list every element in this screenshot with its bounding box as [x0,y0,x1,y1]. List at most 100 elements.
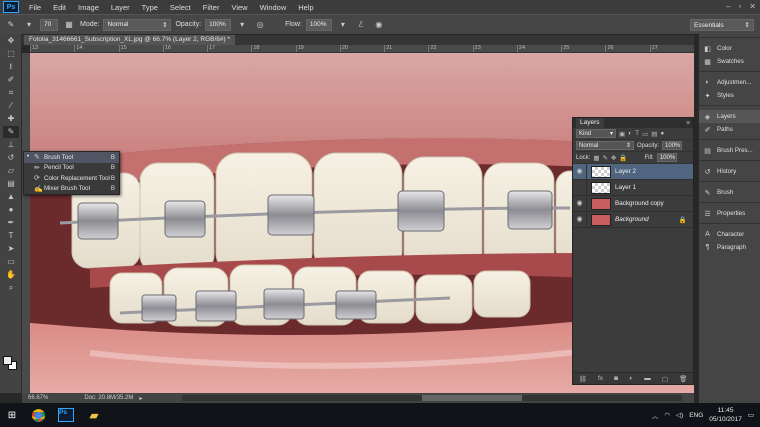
dock-swatches[interactable]: ▦ Swatches [699,55,760,68]
clock[interactable]: 11:45 05/10/2017 [709,406,742,424]
brush-panel-toggle-icon[interactable]: ▦ [62,19,76,31]
lock-position-icon[interactable]: ✥ [611,154,616,162]
eye-icon[interactable]: ◉ [573,211,587,228]
pressure-size-icon[interactable]: ◉ [372,19,386,31]
minimize-icon[interactable]: – [726,2,730,11]
dock-color[interactable]: ◧ Color [699,42,760,55]
brush-tool-preset-icon[interactable]: ✎ [4,19,18,31]
layer-row[interactable]: Layer 1 [573,179,693,196]
healing-brush-tool-icon[interactable]: ✚ [3,113,19,125]
filter-smart-object-icon[interactable]: ▤ [651,130,657,138]
marquee-tool-icon[interactable]: ⬚ [3,48,19,60]
layer-fill-field[interactable]: 100% [656,153,677,162]
brush-tool-icon[interactable]: ✎ [3,126,19,138]
blur-tool-icon[interactable]: ▲ [3,191,19,203]
history-brush-tool-icon[interactable]: ↺ [3,152,19,164]
eye-icon[interactable]: ◉ [573,163,587,180]
opacity-field[interactable]: 100% [205,18,232,31]
document-tab[interactable]: Fotolia_31466661_Subscription_XL.jpg @ 6… [24,35,235,45]
volume-icon[interactable]: ◁) [676,411,683,419]
chrome-app-button[interactable] [28,405,48,425]
menu-view[interactable]: View [225,3,253,12]
dock-character[interactable]: A Character [699,228,760,241]
flow-field[interactable]: 100% [305,18,332,31]
workspace-select[interactable]: Essentials ⇕ [690,19,754,31]
link-layers-icon[interactable]: ⛓ [579,375,587,383]
menu-filter[interactable]: Filter [197,3,226,12]
doc-size[interactable]: Doc: 20.8M/35.2M [84,395,133,401]
shape-tool-icon[interactable]: ▭ [3,256,19,268]
scrollbar-thumb[interactable] [422,395,522,401]
menu-help[interactable]: Help [292,3,319,12]
eye-hidden-icon[interactable] [573,179,587,196]
menu-image[interactable]: Image [72,3,105,12]
pen-tool-icon[interactable]: ✒ [3,217,19,229]
filter-kind-select[interactable]: Kind ▾ [576,129,616,138]
hand-tool-icon[interactable]: ✋ [3,269,19,281]
move-tool-icon[interactable]: ✥ [3,35,19,47]
flyout-pencil-tool[interactable]: ✏ Pencil Tool B [24,163,119,174]
dock-history[interactable]: ↺ History [699,165,760,178]
lock-pixels-icon[interactable]: ✎ [603,154,608,162]
menu-file[interactable]: File [23,3,47,12]
layer-opacity-field[interactable]: 100% [662,141,683,150]
blend-mode-select[interactable]: Normal ⇕ [576,141,634,150]
language-indicator[interactable]: ENG [689,412,703,419]
new-adjustment-icon[interactable]: ◐ [629,375,633,382]
horizontal-scrollbar[interactable] [182,395,682,401]
quick-selection-tool-icon[interactable]: ✐ [3,74,19,86]
dock-adjustments[interactable]: ◐ Adjustmen... [699,76,760,89]
delete-layer-icon[interactable]: 🗑 [679,375,687,383]
flow-dropdown-icon[interactable]: ▾ [336,19,350,31]
lock-all-icon[interactable]: 🔒 [619,154,627,162]
dock-paths[interactable]: ✐ Paths [699,123,760,136]
flyout-brush-tool[interactable]: • ✎ Brush Tool B [24,152,119,163]
pressure-opacity-icon[interactable]: ◎ [253,19,267,31]
show-hidden-icons-icon[interactable]: ︿ [652,410,659,420]
menu-select[interactable]: Select [164,3,197,12]
maximize-icon[interactable]: ▫ [738,2,741,11]
layer-row[interactable]: ◉ Background 🔒 [573,211,693,228]
opacity-dropdown-icon[interactable]: ▾ [235,19,249,31]
new-group-icon[interactable]: ▬ [644,375,651,382]
filter-pixel-icon[interactable]: ▣ [619,130,625,138]
eye-icon[interactable]: ◉ [573,195,587,212]
eraser-tool-icon[interactable]: ▱ [3,165,19,177]
notifications-icon[interactable]: ▭ [748,411,754,419]
lock-transparent-icon[interactable]: ▦ [593,154,599,162]
eyedropper-tool-icon[interactable]: ⁄ [3,100,19,112]
menu-type[interactable]: Type [136,3,164,12]
brush-size-picker[interactable]: 70 [40,18,58,31]
airbrush-icon[interactable]: ℰ [354,19,368,31]
foreground-color-swatch[interactable] [3,356,12,365]
horizontal-ruler[interactable]: 13 14 15 16 17 18 19 20 21 22 23 24 25 2… [30,45,694,53]
path-selection-tool-icon[interactable]: ➤ [3,243,19,255]
menu-edit[interactable]: Edit [47,3,72,12]
file-explorer-icon[interactable]: ▰ [84,405,104,425]
vertical-ruler[interactable] [22,53,30,393]
zoom-tool-icon[interactable]: ⌕ [3,282,19,294]
flyout-mixer-brush-tool[interactable]: ✍ Mixer Brush Tool B [24,184,119,195]
menu-layer[interactable]: Layer [105,3,136,12]
dock-brush[interactable]: ✎ Brush [699,186,760,199]
filter-type-icon[interactable]: T [635,130,639,137]
filter-toggle-icon[interactable]: ● [660,130,664,137]
gradient-tool-icon[interactable]: ▤ [3,178,19,190]
zoom-level[interactable]: 66.67% [28,395,48,401]
filter-adjustment-icon[interactable]: ◐ [628,130,632,137]
panel-menu-icon[interactable]: ≡ [686,120,690,127]
filter-shape-icon[interactable]: ▭ [642,130,648,138]
layers-tab[interactable]: Layers [576,118,604,128]
dock-brush-presets[interactable]: ▤ Brush Pres... [699,144,760,157]
close-icon[interactable]: ✕ [749,2,756,11]
dropdown-arrow-icon[interactable]: ▾ [22,19,36,31]
layer-row[interactable]: ◉ Layer 2 [573,163,693,180]
layer-row[interactable]: ◉ Background copy [573,195,693,212]
photoshop-app-button[interactable]: Ps [56,405,76,425]
mode-select[interactable]: Normal ⇕ [103,18,172,31]
dock-styles[interactable]: ✦ Styles [699,89,760,102]
type-tool-icon[interactable]: T [3,230,19,242]
crop-tool-icon[interactable]: ⌗ [3,87,19,99]
wifi-icon[interactable]: ◠ [664,411,670,419]
windows-start-icon[interactable]: ⊞ [0,403,24,427]
